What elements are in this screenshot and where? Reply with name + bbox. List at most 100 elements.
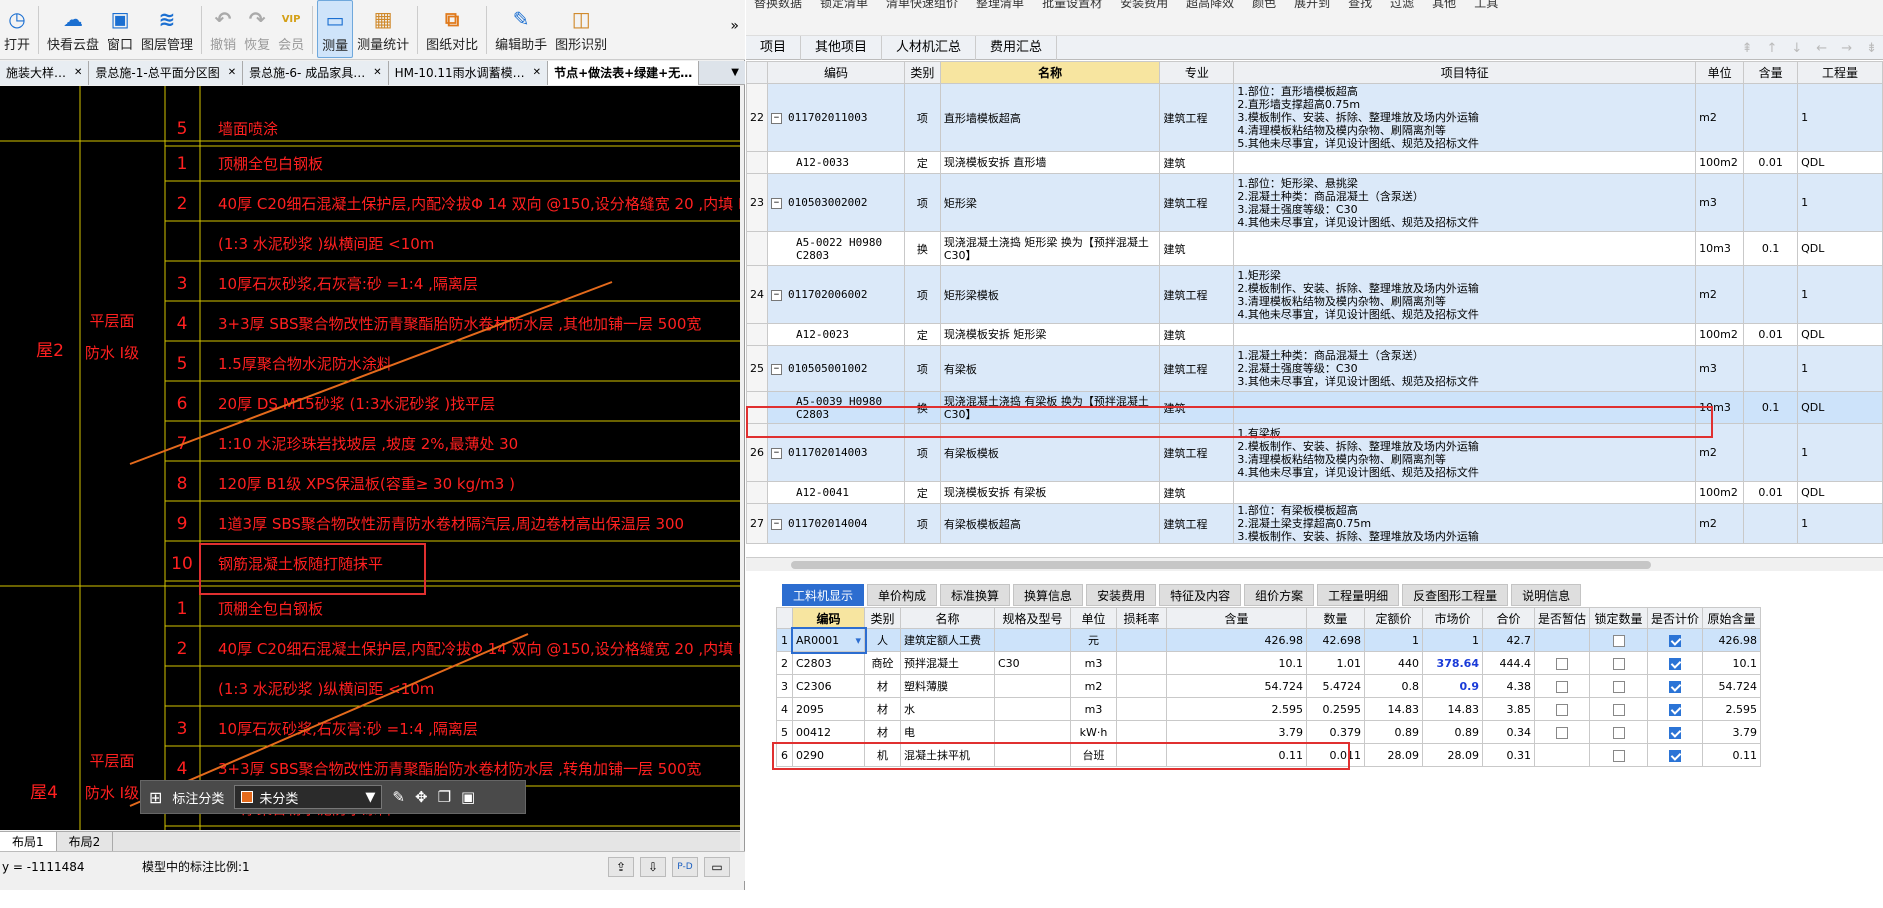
resource-loss[interactable] — [1116, 651, 1167, 675]
item-features[interactable]: 1.有梁板 2.模板制作、安装、拆除、整理堆放及场内外运输 3.清理模板粘结物及模内… — [1233, 423, 1697, 482]
is-priced-cell[interactable] — [1647, 674, 1704, 698]
window-mode-icon[interactable]: ▭ — [704, 856, 730, 877]
ribbon-button-11[interactable]: ◫ 图形识别 — [551, 0, 611, 58]
move-down-icon[interactable]: ↓ — [1791, 41, 1802, 56]
is-estimate-cell[interactable] — [1533, 743, 1591, 767]
table-row[interactable]: 26−011702014003 项有梁板模板 建筑工程 1.有梁板 2.模板制作、安装、… — [746, 423, 1883, 482]
is-priced-cell[interactable] — [1647, 720, 1704, 744]
is-priced-cell[interactable] — [1647, 651, 1704, 675]
is-estimate-cell[interactable] — [1533, 651, 1591, 675]
is-estimate-cell[interactable] — [1533, 720, 1591, 744]
table-row[interactable]: 6 0290 机混凝土抹平机 台班 0.11 0.011 28.09 28.09 0.31 0.1… — [776, 743, 1762, 767]
chevron-down-icon[interactable]: ▾ — [855, 634, 861, 647]
column-header[interactable]: 是否暂估 — [1533, 607, 1591, 629]
collapse-icon[interactable]: − — [771, 197, 782, 209]
table-row[interactable]: 1 AR0001 ▾ 人建筑定额人工费元 426.98 42.698 1 1 42.7 426.… — [776, 626, 1762, 654]
toolbar-item-3[interactable]: 整理清单 — [976, 0, 1024, 11]
checkbox[interactable] — [1556, 726, 1568, 739]
toolbar-item-11[interactable]: 其他 — [1432, 0, 1456, 11]
move-bottom-icon[interactable]: ⇟ — [1866, 41, 1877, 56]
toolbar-item-10[interactable]: 过滤 — [1390, 0, 1414, 11]
lock-qty-cell[interactable] — [1589, 628, 1649, 652]
column-header[interactable]: 类别 — [864, 607, 901, 629]
column-header[interactable]: 合价 — [1482, 607, 1535, 629]
toolbar-item-12[interactable]: 工具 — [1474, 0, 1498, 11]
table-row[interactable]: A5-0022 H0980 C2803 换现浇混凝土浇捣 矩形梁 换为【预拌混凝土… — [746, 231, 1883, 266]
item-features[interactable] — [1233, 151, 1697, 174]
ribbon-button-1[interactable]: ☁ 快看云盘 — [43, 0, 103, 58]
collapse-icon[interactable]: − — [771, 518, 782, 530]
resource-code[interactable]: C2306 — [792, 674, 865, 698]
detail-tab-0[interactable]: 工料机显示 — [782, 584, 865, 606]
column-header[interactable]: 单位 — [1695, 61, 1745, 84]
item-features[interactable] — [1233, 323, 1697, 346]
ribbon-button-5[interactable]: ↷ 恢复 — [240, 0, 274, 58]
layout-tab-0[interactable]: 布局1 — [0, 832, 57, 851]
column-header[interactable]: 原始含量 — [1702, 607, 1762, 629]
lock-qty-cell[interactable] — [1589, 743, 1649, 767]
close-icon[interactable]: ✕ — [533, 61, 541, 85]
item-features[interactable]: 1.部位：矩形梁、悬挑梁 2.混凝土种类：商品混凝土（含泵送） 3.混凝土强度等级：… — [1233, 173, 1697, 232]
import-icon[interactable]: ⇩ — [640, 856, 666, 877]
detail-tab-1[interactable]: 单价构成 — [867, 584, 938, 606]
collapse-icon[interactable]: − — [771, 112, 782, 124]
resource-market-price[interactable]: 14.83 — [1422, 697, 1483, 721]
doc-tab-0[interactable]: 施装大样… ✕ — [0, 61, 90, 85]
grid-icon[interactable]: ⊞ — [149, 788, 162, 807]
resource-loss[interactable] — [1116, 720, 1167, 744]
table-row[interactable]: A12-0033 定现浇模板安拆 直形墙 建筑 100m2 0.01 QDL — [746, 151, 1883, 174]
table-row[interactable]: A12-0041 定现浇模板安拆 有梁板 建筑 100m2 0.01 QDL — [746, 481, 1883, 504]
ribbon-button-9[interactable]: ⧉ 图纸对比 — [422, 0, 482, 58]
table-row[interactable]: 27−011702014004 项有梁板模板超高 建筑工程 1.部位：有梁板模板超高 2… — [746, 503, 1883, 544]
column-header[interactable]: 名称 — [900, 607, 995, 629]
toolbar-item-1[interactable]: 锁定清单 — [820, 0, 868, 11]
item-name[interactable]: 现浇模板安拆 有梁板 — [939, 481, 1161, 504]
page-tab-1[interactable]: 其他项目 — [801, 35, 883, 60]
item-name[interactable]: 直形墙模板超高 — [939, 83, 1161, 152]
close-icon[interactable]: ✕ — [373, 61, 381, 85]
column-header[interactable]: 含量 — [1743, 61, 1799, 84]
lock-qty-cell[interactable] — [1589, 651, 1649, 675]
item-name[interactable]: 现浇模板安拆 直形墙 — [939, 151, 1161, 174]
item-name[interactable]: 有梁板 — [939, 345, 1161, 392]
resource-code[interactable]: 0290 — [792, 743, 865, 767]
resource-content[interactable]: 10.1 — [1166, 651, 1307, 675]
resource-code[interactable]: 2095 — [792, 697, 865, 721]
paste-icon[interactable]: ▣ — [461, 788, 475, 806]
item-features[interactable]: 1.混凝土种类：商品混凝土（含泵送） 2.混凝土强度等级：C30 3.其他未尽事宜，… — [1233, 345, 1697, 392]
cad-canvas[interactable]: 5 墙面喷涂 1 顶棚全包白钢板 2 40厚 C20细石混凝土保护层,内配冷拔Φ 14 双… — [0, 86, 740, 830]
export-icon[interactable]: ⇪ — [608, 856, 634, 877]
checkbox[interactable] — [1669, 634, 1682, 647]
item-features[interactable]: 1.部位：有梁板模板超高 2.混凝土梁支撑超高0.75m 3.模板制作、安装、拆除、… — [1233, 503, 1697, 544]
column-header[interactable]: 工程量 — [1797, 61, 1883, 84]
doc-tab-1[interactable]: 景总施-1-总平面分区图 ✕ — [89, 61, 244, 85]
item-name[interactable]: 现浇混凝土浇捣 有梁板 换为【预拌混凝土 C30】 — [939, 391, 1161, 424]
table-row[interactable]: A12-0023 定现浇模板安拆 矩形梁 建筑 100m2 0.01 QDL — [746, 323, 1883, 346]
horizontal-scrollbar[interactable] — [746, 557, 1883, 571]
detail-tab-9[interactable]: 说明信息 — [1511, 584, 1582, 606]
is-estimate-cell[interactable] — [1533, 674, 1591, 698]
item-name[interactable]: 有梁板模板超高 — [939, 503, 1161, 544]
resource-content[interactable]: 54.724 — [1166, 674, 1307, 698]
item-name[interactable]: 矩形梁 — [939, 173, 1161, 232]
item-features[interactable] — [1233, 481, 1697, 504]
toolbar-item-4[interactable]: 批量设置材 — [1042, 0, 1102, 11]
annotation-category-select[interactable]: 未分类 ▼ — [234, 785, 383, 809]
column-header[interactable]: 编码 — [767, 61, 905, 84]
resource-market-price[interactable]: 0.9 — [1422, 674, 1483, 698]
checkbox[interactable] — [1556, 703, 1568, 716]
resource-loss[interactable] — [1116, 674, 1167, 698]
column-header[interactable]: 名称 — [939, 61, 1161, 84]
move-up-icon[interactable]: ↑ — [1766, 41, 1777, 56]
table-row[interactable]: 3 C2306 材塑料薄膜 m2 54.724 5.4724 0.8 0.9 4.38 54.72… — [776, 674, 1762, 698]
is-priced-cell[interactable] — [1647, 743, 1704, 767]
checkbox[interactable] — [1669, 680, 1682, 693]
table-row[interactable]: 4 2095 材水 m3 2.595 0.2595 14.83 14.83 3.85 2.595 — [776, 697, 1762, 721]
table-row[interactable]: 22−011702011003 项直形墙模板超高 建筑工程 1.部位：直形墙模板超高 2… — [746, 83, 1883, 152]
detail-tab-3[interactable]: 换算信息 — [1013, 584, 1084, 606]
move-icon[interactable]: ✥ — [415, 788, 428, 806]
item-features[interactable] — [1233, 391, 1697, 424]
table-row[interactable]: 25−010505001002 项有梁板 建筑工程 1.混凝土种类：商品混凝土（含泵送… — [746, 345, 1883, 392]
column-header[interactable]: 规格及型号 — [994, 607, 1071, 629]
lock-qty-cell[interactable] — [1589, 720, 1649, 744]
